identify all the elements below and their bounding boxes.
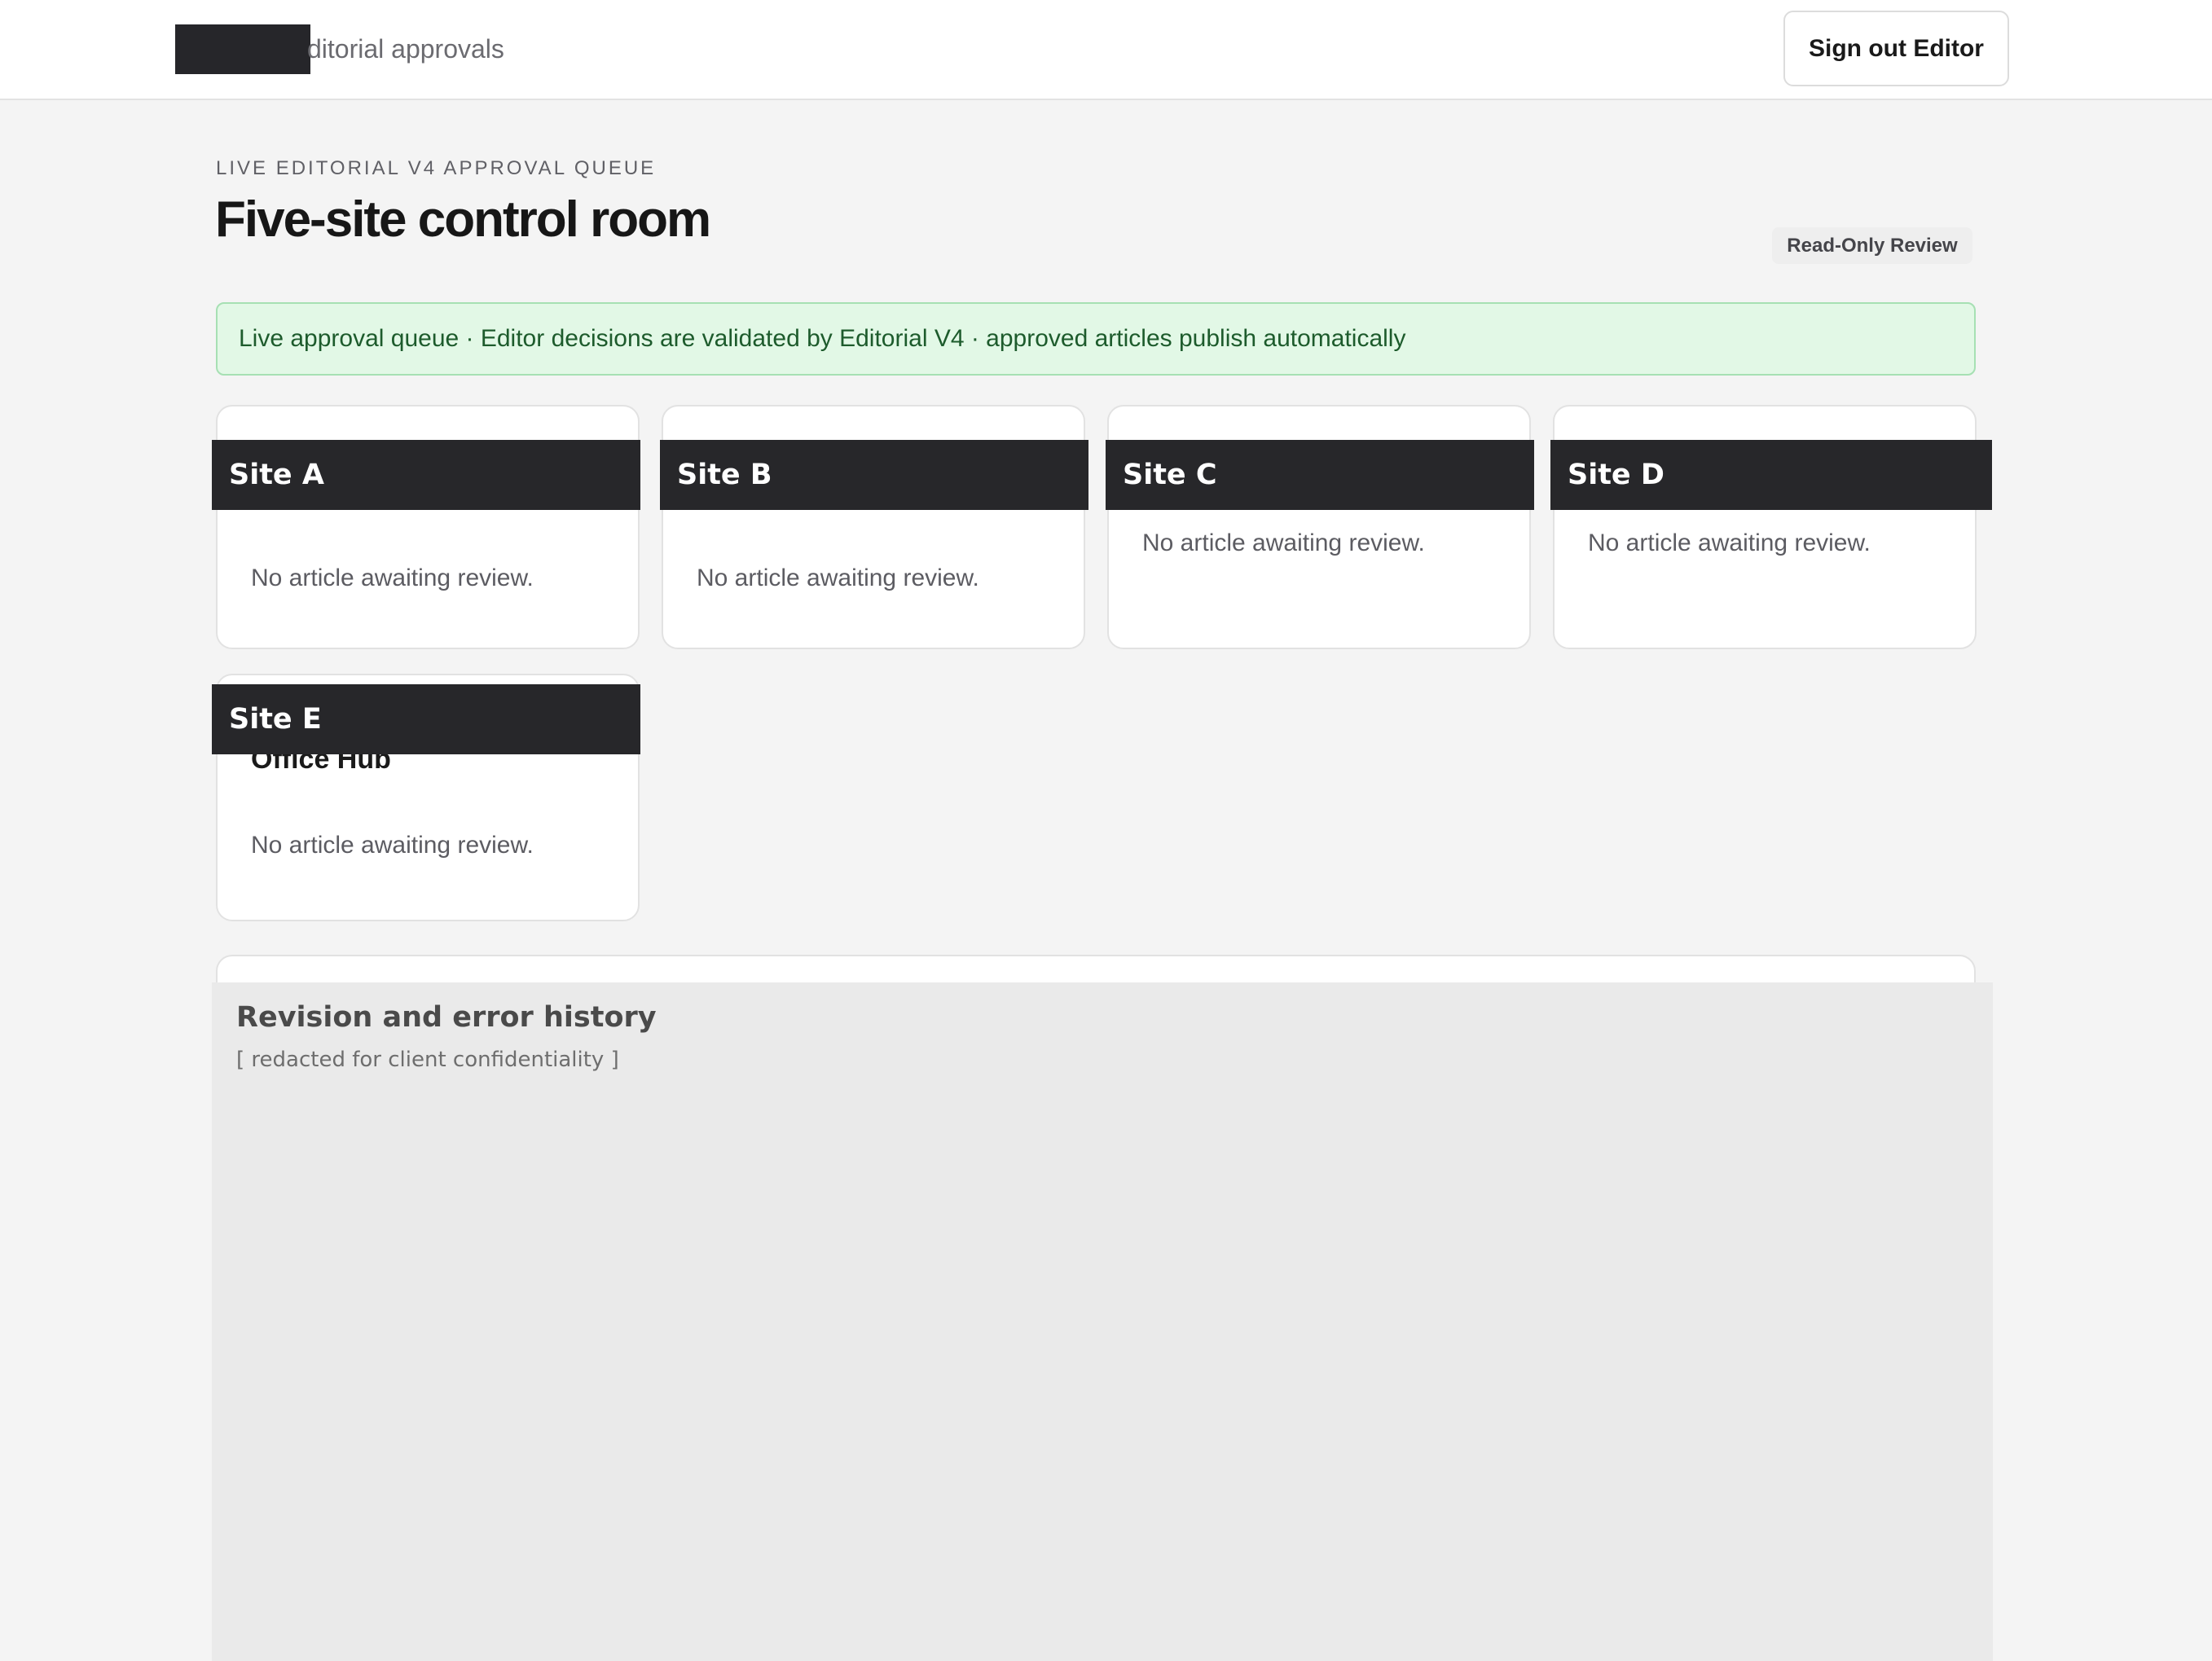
site-label-d: Site D [1550, 440, 1992, 510]
top-bar: ditorial approvals Sign out Editor [0, 0, 2212, 100]
redacted-history-panel [212, 982, 1993, 1661]
empty-state-text: No article awaiting review. [697, 565, 979, 591]
site-label-a: Site A [212, 440, 640, 510]
site-label-b: Site B [660, 440, 1088, 510]
empty-state-text: No article awaiting review. [251, 565, 534, 591]
redaction-note: [ redacted for client confidentiality ] [236, 1048, 619, 1072]
site-label-e: Site E [212, 684, 640, 754]
history-title: Revision and error history [236, 1001, 657, 1034]
sign-out-button[interactable]: Sign out Editor [1783, 11, 2009, 86]
live-status-banner: Live approval queue · Editor decisions a… [216, 302, 1976, 376]
empty-state-text: No article awaiting review. [251, 832, 534, 859]
site-label-c: Site C [1106, 440, 1534, 510]
empty-state-text: No article awaiting review. [1588, 529, 1871, 556]
redacted-logo [175, 24, 310, 74]
brand-title: ditorial approvals [307, 34, 504, 64]
empty-state-text: No article awaiting review. [1142, 529, 1425, 556]
banner-text: Live approval queue · Editor decisions a… [239, 325, 1406, 352]
read-only-badge: Read-Only Review [1772, 227, 1972, 264]
page-eyebrow: LIVE EDITORIAL V4 APPROVAL QUEUE [216, 157, 657, 179]
page-title: Five-site control room [215, 191, 711, 248]
